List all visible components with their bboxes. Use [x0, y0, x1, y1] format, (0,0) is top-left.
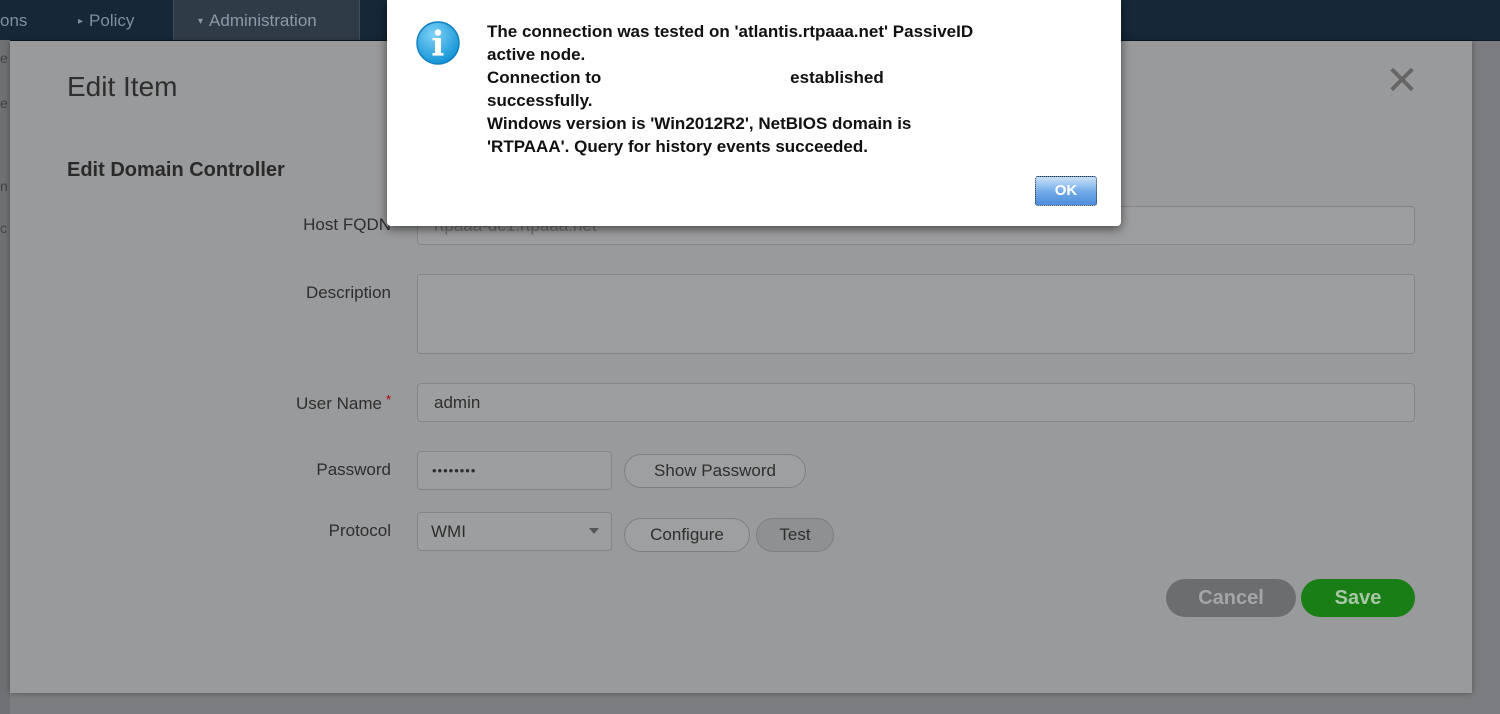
password-label: Password	[316, 460, 391, 479]
required-marker: *	[385, 392, 391, 407]
modal-title: Edit Item	[67, 71, 178, 102]
section-title: Edit Domain Controller	[67, 159, 285, 181]
alert-message-line: successfully.	[487, 91, 593, 110]
protocol-label: Protocol	[328, 521, 391, 540]
background-page-edge: e e n c	[0, 40, 10, 714]
configure-button[interactable]: Configure	[624, 518, 750, 552]
alert-message: The connection was tested on 'atlantis.r…	[487, 20, 1097, 158]
alert-message-line: The connection was tested on 'atlantis.r…	[487, 22, 974, 41]
alert-message-line: Connection to established	[487, 68, 884, 87]
cancel-button[interactable]: Cancel	[1166, 579, 1296, 617]
nav-item-operations[interactable]: ons	[0, 0, 44, 40]
background-text: e	[0, 50, 8, 66]
description-textarea[interactable]	[417, 274, 1415, 354]
alert-message-line: Windows version is 'Win2012R2', NetBIOS …	[487, 114, 912, 133]
user-name-label: User Name *	[10, 392, 391, 414]
nav-item-policy[interactable]: ▸ Policy	[78, 0, 168, 40]
caret-right-icon: ▸	[78, 16, 84, 27]
info-icon	[416, 21, 460, 65]
password-input[interactable]: ••••••••	[417, 451, 612, 490]
connection-test-alert-dialog: The connection was tested on 'atlantis.r…	[387, 0, 1121, 226]
test-button[interactable]: Test	[756, 518, 834, 552]
nav-item-administration[interactable]: ▾ Administration	[173, 0, 360, 40]
nav-item-label: Policy	[89, 11, 135, 30]
caret-down-icon: ▾	[198, 16, 204, 27]
protocol-select[interactable]: WMI	[417, 512, 612, 551]
host-fqdn-label: Host FQDN	[303, 215, 391, 234]
protocol-selected-value: WMI	[431, 522, 466, 541]
description-label: Description	[305, 283, 391, 302]
ok-button[interactable]: OK	[1035, 176, 1097, 206]
background-text: e	[0, 95, 8, 111]
nav-item-label: Administration	[209, 11, 317, 30]
close-icon[interactable]: ✕	[1382, 61, 1422, 101]
show-password-button[interactable]: Show Password	[624, 454, 806, 488]
background-text: n	[0, 178, 8, 194]
background-text: c	[0, 220, 7, 236]
user-name-label-text: User Name	[295, 394, 382, 413]
alert-message-line: active node.	[487, 45, 586, 64]
save-button[interactable]: Save	[1301, 579, 1415, 617]
nav-item-label: ons	[0, 11, 28, 30]
alert-message-line: 'RTPAAA'. Query for history events succe…	[487, 137, 868, 156]
user-name-input[interactable]: admin	[417, 383, 1415, 422]
chevron-down-icon	[589, 528, 599, 534]
